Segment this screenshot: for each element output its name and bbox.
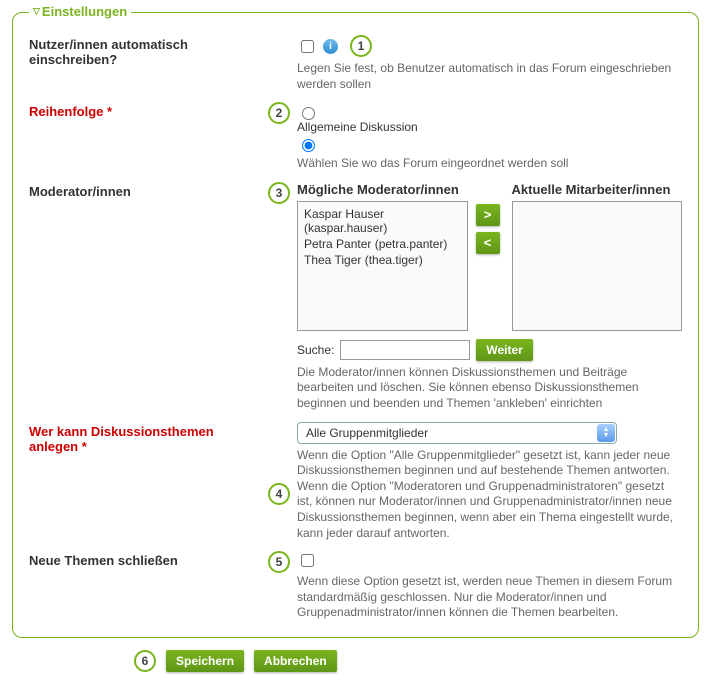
list-item[interactable]: Petra Panter (petra.panter) bbox=[304, 236, 461, 252]
legend-text: Einstellungen bbox=[42, 4, 127, 19]
search-continue-button[interactable]: Weiter bbox=[476, 339, 532, 361]
select-arrows-icon: ▲▼ bbox=[597, 424, 615, 442]
badge-5: 5 bbox=[268, 551, 290, 573]
who-can-create-desc: Wenn die Option "Alle Gruppenmitglieder"… bbox=[297, 448, 682, 542]
order-option-label: Allgemeine Diskussion bbox=[297, 120, 418, 134]
possible-moderators-header: Mögliche Moderator/innen bbox=[297, 182, 468, 197]
label-order: Reihenfolge * bbox=[29, 102, 261, 172]
moderators-desc: Die Moderator/innen können Diskussionsth… bbox=[297, 365, 682, 412]
row-moderators: Moderator/innen 3 Mögliche Moderator/inn… bbox=[29, 182, 682, 412]
badge-1: 1 bbox=[350, 35, 372, 57]
order-radio-general[interactable] bbox=[302, 139, 315, 152]
move-left-button[interactable]: < bbox=[476, 232, 500, 254]
order-desc: Wählen Sie wo das Forum eingeordnet werd… bbox=[297, 156, 682, 172]
list-item[interactable]: Kaspar Hauser (kaspar.hauser) bbox=[304, 206, 461, 236]
move-right-button[interactable]: > bbox=[476, 204, 500, 226]
badge-4: 4 bbox=[268, 483, 290, 505]
badge-6: 6 bbox=[134, 650, 156, 672]
row-close-new: Neue Themen schließen 5 Wenn diese Optio… bbox=[29, 551, 682, 621]
search-label: Suche: bbox=[297, 343, 334, 357]
order-radio-none[interactable] bbox=[302, 107, 315, 120]
save-button[interactable]: Speichern bbox=[166, 650, 244, 672]
settings-fieldset: ▽ Einstellungen Nutzer/innen automatisch… bbox=[12, 12, 699, 638]
row-order: Reihenfolge * 2 Allgemeine Diskussion Wä… bbox=[29, 102, 682, 172]
list-item[interactable]: Thea Tiger (thea.tiger) bbox=[304, 252, 461, 268]
label-close-new: Neue Themen schließen bbox=[29, 551, 261, 621]
who-can-create-select[interactable]: Alle Gruppenmitglieder ▲▼ bbox=[297, 422, 617, 444]
possible-moderators-list[interactable]: Kaspar Hauser (kaspar.hauser) Petra Pant… bbox=[297, 201, 468, 331]
row-who-can-create: Wer kann Diskussionsthemen anlegen * 4 A… bbox=[29, 422, 682, 542]
current-moderators-header: Aktuelle Mitarbeiter/innen bbox=[512, 182, 683, 197]
info-icon[interactable]: i bbox=[323, 39, 338, 54]
badge-2: 2 bbox=[268, 102, 290, 124]
auto-enroll-checkbox[interactable] bbox=[301, 40, 314, 53]
select-value: Alle Gruppenmitglieder bbox=[306, 426, 428, 440]
auto-enroll-desc: Legen Sie fest, ob Benutzer automatisch … bbox=[297, 61, 682, 92]
footer-buttons: 6 Speichern Abbrechen bbox=[134, 650, 699, 672]
badge-3: 3 bbox=[268, 182, 290, 204]
close-new-checkbox[interactable] bbox=[301, 554, 314, 567]
close-new-desc: Wenn diese Option gesetzt ist, werden ne… bbox=[297, 574, 682, 621]
label-who-can-create: Wer kann Diskussionsthemen anlegen * bbox=[29, 422, 261, 542]
row-auto-enroll: Nutzer/innen automatisch einschreiben? i… bbox=[29, 35, 682, 92]
legend[interactable]: ▽ Einstellungen bbox=[29, 4, 131, 19]
cancel-button[interactable]: Abbrechen bbox=[254, 650, 337, 672]
label-moderators: Moderator/innen bbox=[29, 182, 261, 412]
label-auto-enroll: Nutzer/innen automatisch einschreiben? bbox=[29, 35, 261, 92]
collapse-icon: ▽ bbox=[33, 6, 40, 17]
current-moderators-list[interactable] bbox=[512, 201, 683, 331]
moderator-search-input[interactable] bbox=[340, 340, 470, 360]
